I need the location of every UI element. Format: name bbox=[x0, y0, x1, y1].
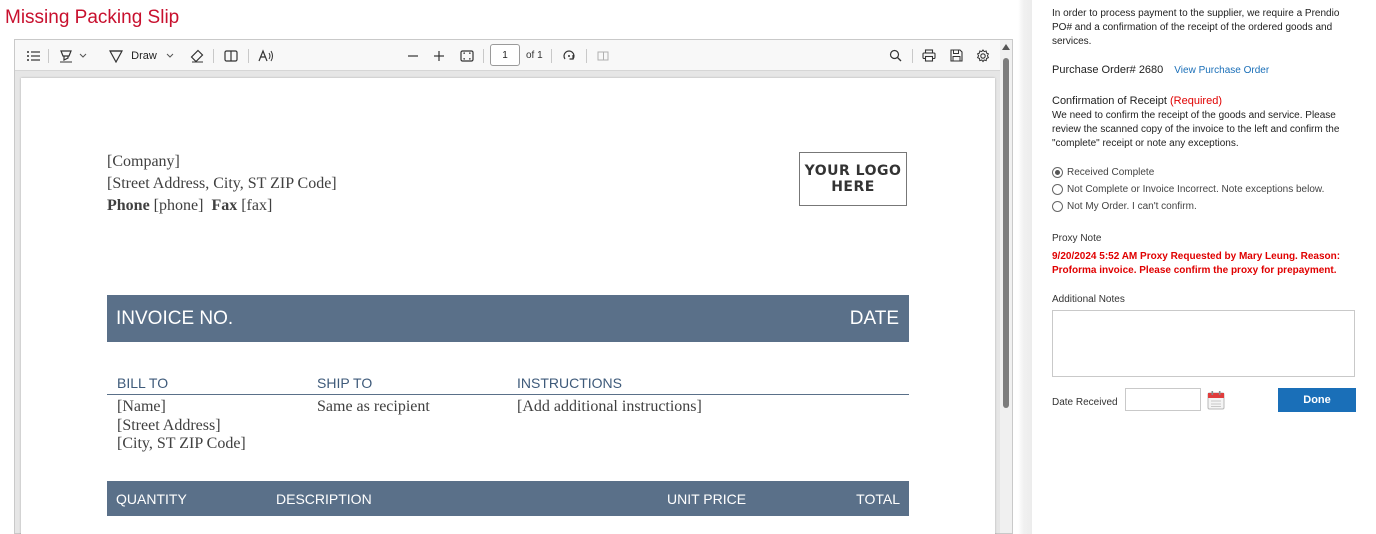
instructions-value: [Add additional instructions] bbox=[517, 398, 702, 415]
description-column-header: DESCRIPTION bbox=[276, 491, 372, 507]
outline-icon[interactable] bbox=[23, 40, 43, 71]
settings-icon[interactable] bbox=[973, 40, 993, 71]
quantity-column-header: QUANTITY bbox=[116, 491, 187, 507]
save-icon[interactable] bbox=[946, 40, 966, 71]
line-items-header: QUANTITY DESCRIPTION UNIT PRICE TOTAL bbox=[107, 481, 909, 516]
additional-notes-textarea[interactable] bbox=[1052, 310, 1355, 377]
additional-notes-title: Additional Notes bbox=[1052, 294, 1125, 305]
proxy-note-title: Proxy Note bbox=[1052, 233, 1102, 244]
bill-to-name: [Name] bbox=[117, 398, 166, 415]
text-icon[interactable] bbox=[221, 40, 241, 71]
proxy-note-text: 9/20/2024 5:52 AM Proxy Requested by Mar… bbox=[1052, 250, 1362, 278]
app-root: Missing Packing Slip Draw 1 of 1 [Compan… bbox=[0, 0, 1376, 534]
confirmation-title: Confirmation of Receipt (Required) bbox=[1052, 95, 1362, 107]
radio-not-my-order[interactable]: Not My Order. I can't confirm. bbox=[1052, 199, 1197, 213]
phone-label: Phone bbox=[107, 197, 150, 214]
purchase-order-line: Purchase Order# 2680 View Purchase Order bbox=[1052, 64, 1362, 76]
date-received-label: Date Received bbox=[1052, 397, 1118, 408]
vertical-scrollbar[interactable] bbox=[1000, 40, 1012, 533]
radio-not-complete[interactable]: Not Complete or Invoice Incorrect. Note … bbox=[1052, 182, 1324, 196]
done-button[interactable]: Done bbox=[1278, 388, 1356, 412]
radio-label: Not My Order. I can't confirm. bbox=[1067, 200, 1197, 212]
search-icon[interactable] bbox=[886, 40, 904, 71]
unit-price-column-header: UNIT PRICE bbox=[667, 491, 747, 507]
ship-to-value: Same as recipient bbox=[317, 398, 430, 415]
page-view-icon[interactable] bbox=[594, 40, 612, 71]
intro-text: In order to process payment to the suppl… bbox=[1052, 8, 1340, 47]
invoice-number-label: INVOICE NO. bbox=[116, 308, 234, 329]
calendar-icon[interactable] bbox=[1207, 390, 1225, 410]
purchase-order-label: Purchase Order# 2680 bbox=[1052, 64, 1164, 76]
invoice-header-bar: INVOICE NO. DATE bbox=[107, 295, 909, 342]
date-received-input[interactable] bbox=[1125, 388, 1201, 411]
panel-divider bbox=[1018, 0, 1032, 534]
chevron-down-icon[interactable] bbox=[77, 40, 89, 71]
highlight-icon[interactable] bbox=[55, 40, 77, 71]
draw-label[interactable]: Draw bbox=[129, 40, 159, 71]
company-address: [Street Address, City, ST ZIP Code] bbox=[107, 175, 337, 192]
ship-to-label: SHIP TO bbox=[317, 375, 373, 391]
logo-line-2: HERE bbox=[831, 179, 875, 195]
toolbar-divider bbox=[551, 49, 552, 63]
toolbar-divider bbox=[912, 49, 913, 63]
scroll-thumb[interactable] bbox=[1003, 58, 1009, 408]
total-column-header: TOTAL bbox=[856, 491, 900, 507]
page-title: Missing Packing Slip bbox=[5, 7, 180, 28]
logo-line-1: YOUR LOGO bbox=[804, 163, 902, 179]
radio-label: Received Complete bbox=[1067, 166, 1155, 178]
zoom-out-icon[interactable] bbox=[404, 40, 422, 71]
zoom-in-icon[interactable] bbox=[430, 40, 448, 71]
fax-value: [fax] bbox=[241, 197, 273, 214]
bill-to-city: [City, ST ZIP Code] bbox=[117, 435, 246, 452]
page-number-input[interactable]: 1 bbox=[490, 44, 520, 66]
company-name: [Company] bbox=[107, 153, 180, 170]
radio-button[interactable] bbox=[1052, 200, 1063, 212]
instructions-label: INSTRUCTIONS bbox=[517, 375, 622, 391]
radio-button-selected[interactable] bbox=[1052, 166, 1063, 178]
toolbar-divider bbox=[483, 49, 484, 63]
confirmation-text: We need to confirm the receipt of the go… bbox=[1052, 110, 1340, 149]
invoice-date-label: DATE bbox=[849, 308, 899, 329]
pdf-viewer: Draw 1 of 1 [Company] [Street Address, C… bbox=[14, 39, 1013, 534]
document-page: [Company] [Street Address, City, ST ZIP … bbox=[21, 78, 995, 534]
proxy-note-line-1: 9/20/2024 5:52 AM Proxy Requested by Mar… bbox=[1052, 251, 1341, 262]
read-aloud-icon[interactable] bbox=[255, 40, 277, 71]
radio-button[interactable] bbox=[1052, 183, 1063, 195]
eraser-icon[interactable] bbox=[188, 40, 206, 71]
radio-label: Not Complete or Invoice Incorrect. Note … bbox=[1067, 183, 1325, 195]
toolbar-divider bbox=[48, 49, 49, 63]
confirmation-title-text: Confirmation of Receipt bbox=[1052, 95, 1167, 107]
section-divider bbox=[107, 394, 909, 395]
print-icon[interactable] bbox=[919, 40, 939, 71]
chevron-down-icon[interactable] bbox=[164, 40, 176, 71]
bill-to-street: [Street Address] bbox=[117, 417, 221, 434]
view-purchase-order-link[interactable]: View Purchase Order bbox=[1174, 65, 1269, 76]
fit-page-icon[interactable] bbox=[457, 40, 477, 71]
draw-icon[interactable] bbox=[107, 40, 125, 71]
toolbar-divider bbox=[586, 49, 587, 63]
toolbar-divider bbox=[248, 49, 249, 63]
proxy-note-line-2: Proforma invoice. Please confirm the pro… bbox=[1052, 265, 1337, 276]
page-count: of 1 bbox=[526, 50, 543, 61]
toolbar-divider bbox=[213, 49, 214, 63]
scroll-up-arrow-icon[interactable] bbox=[1002, 44, 1010, 50]
logo-placeholder: YOUR LOGO HERE bbox=[799, 152, 907, 206]
pdf-toolbar: Draw 1 of 1 bbox=[15, 40, 1012, 71]
company-contact: Phone [phone] Fax [fax] bbox=[107, 197, 272, 215]
fax-label: Fax bbox=[211, 197, 238, 214]
bill-to-label: BILL TO bbox=[117, 375, 169, 391]
required-marker: (Required) bbox=[1170, 95, 1222, 107]
phone-value: [phone] bbox=[153, 197, 204, 214]
radio-received-complete[interactable]: Received Complete bbox=[1052, 165, 1154, 179]
rotate-icon[interactable] bbox=[559, 40, 579, 71]
